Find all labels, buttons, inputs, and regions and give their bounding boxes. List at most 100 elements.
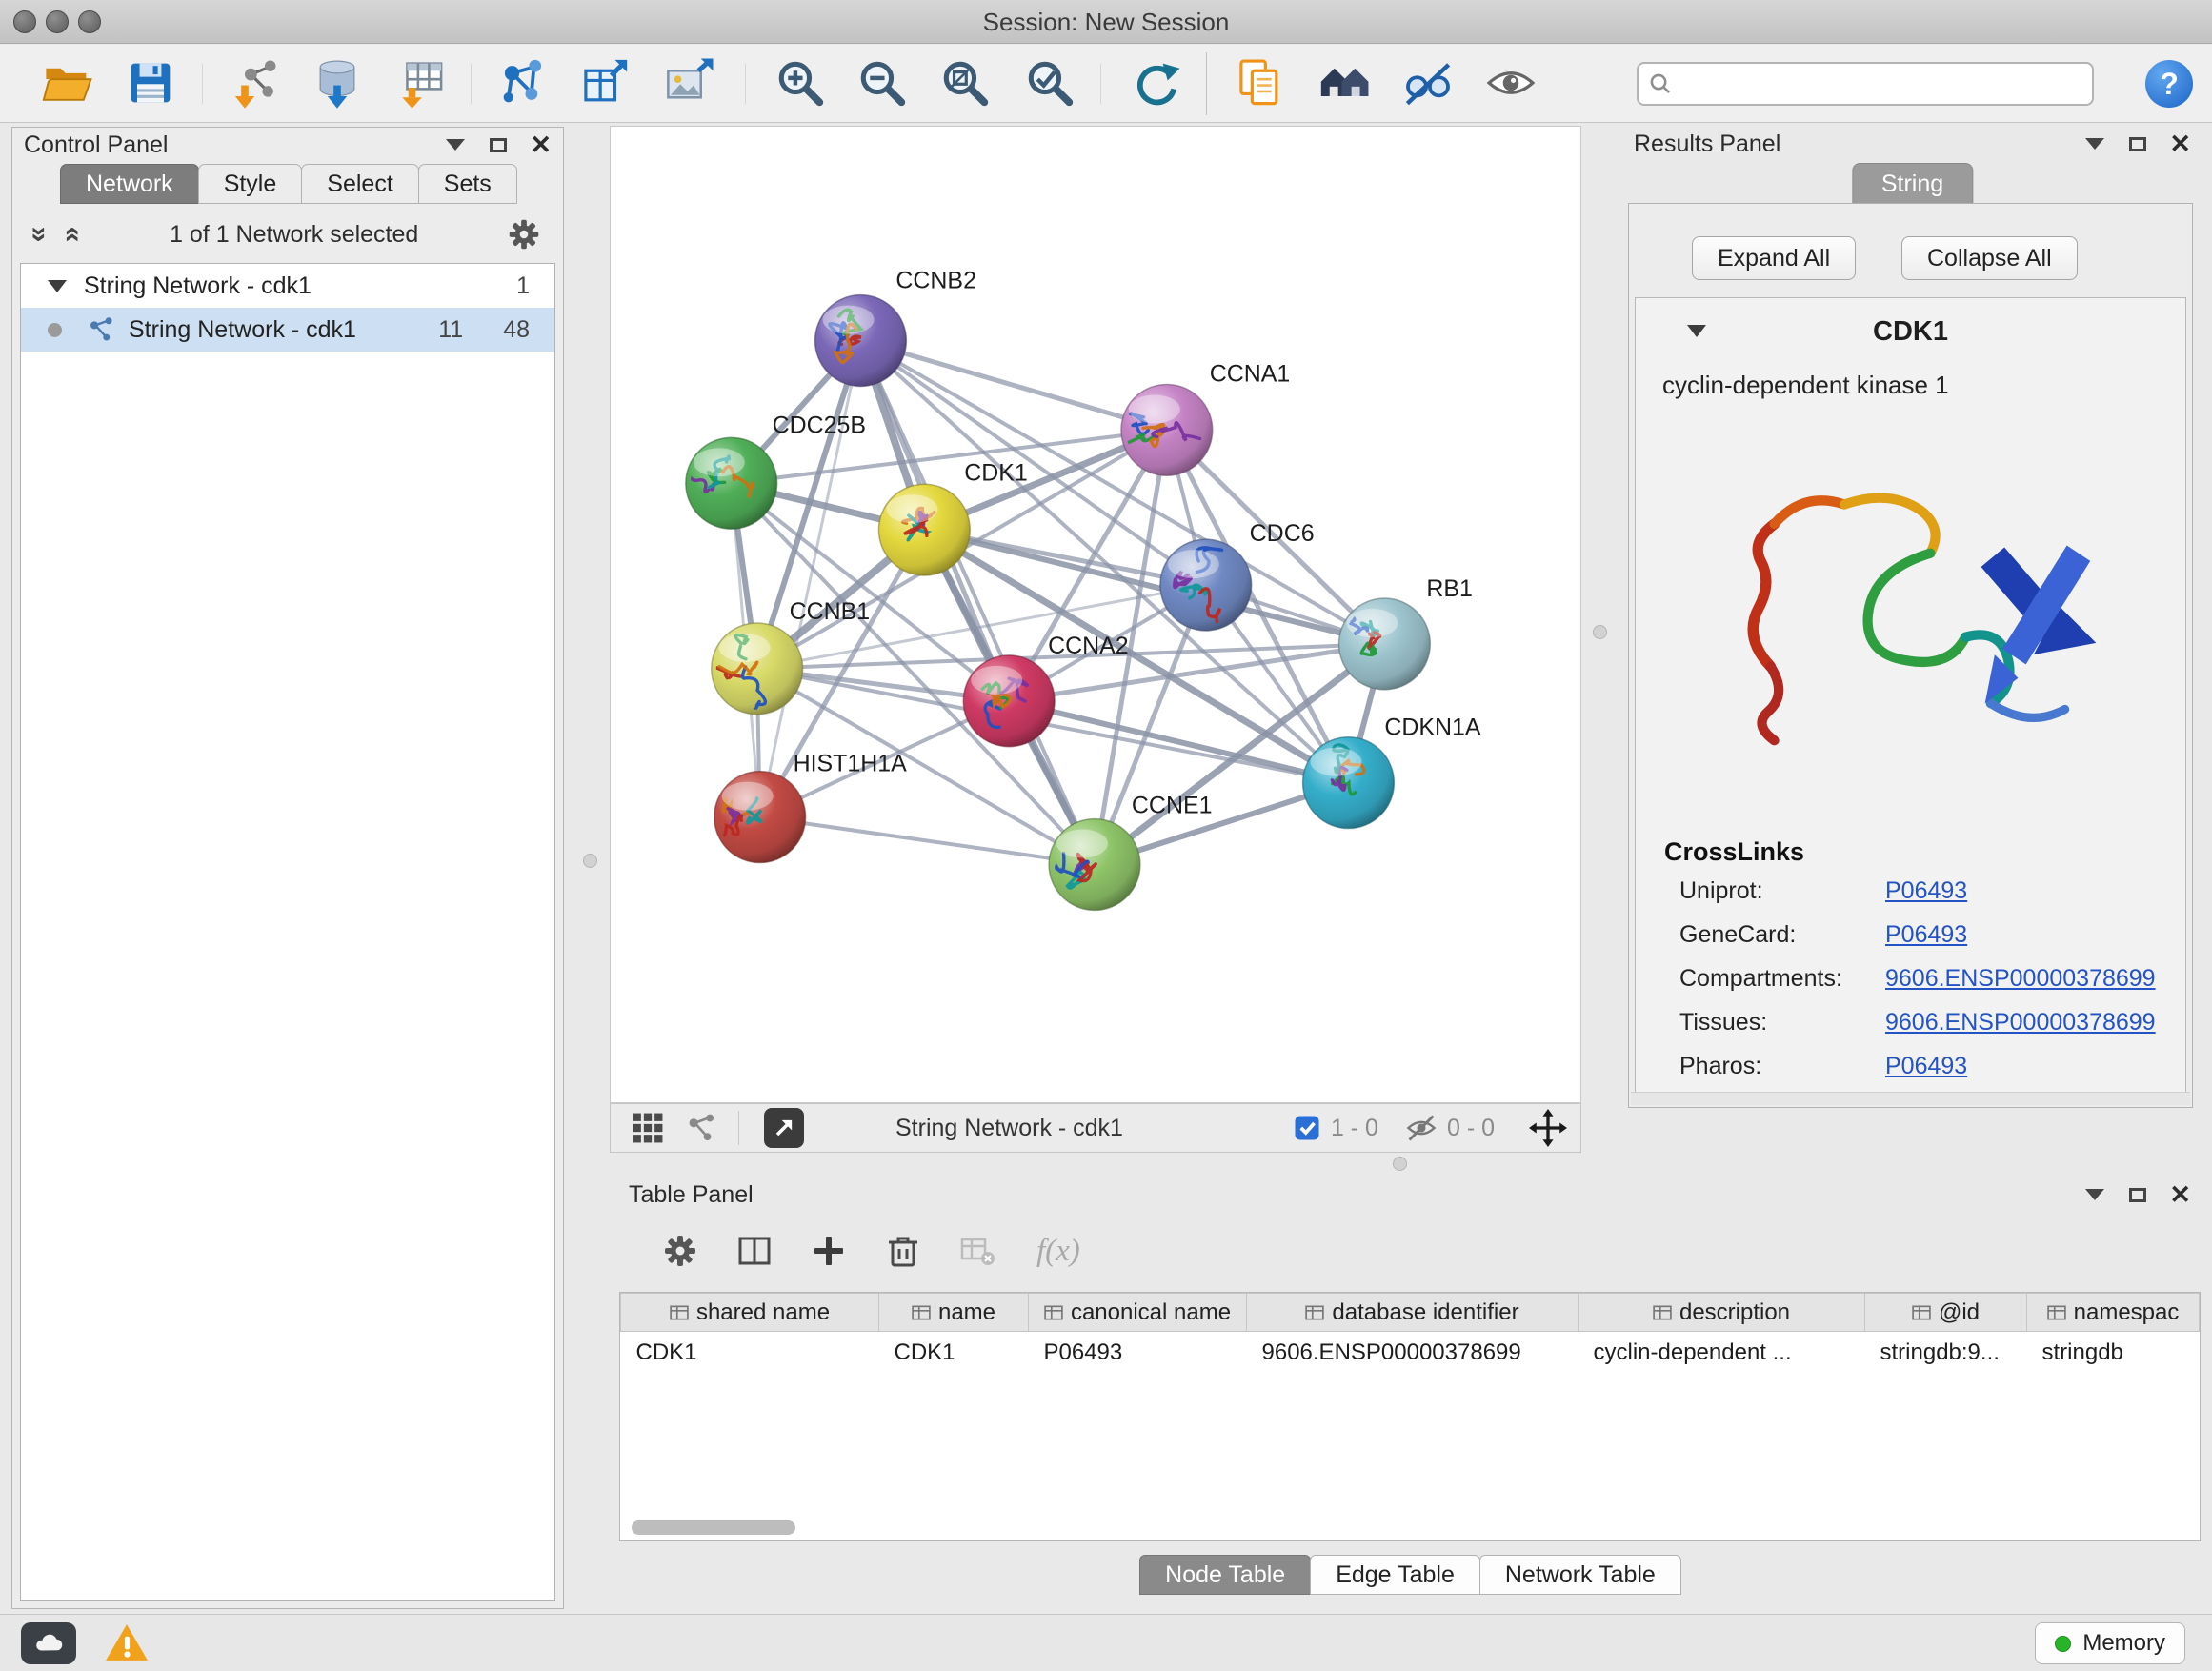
cell-description[interactable]: cyclin-dependent ... bbox=[1579, 1332, 1865, 1374]
crosslink-link[interactable]: 9606.ENSP00000378699 bbox=[1885, 1009, 2156, 1047]
network-graph[interactable]: CCNB2CCNA1CDC25BCDK1CDC6RB1CCNB1CCNA2CDK… bbox=[611, 127, 1580, 1102]
table-settings-gear-icon[interactable] bbox=[659, 1230, 701, 1272]
node-table[interactable]: shared name name canonical name database… bbox=[619, 1292, 2201, 1541]
panel-float-icon[interactable] bbox=[490, 138, 507, 152]
panel-collapse-icon[interactable] bbox=[2085, 1189, 2104, 1200]
cell-canonical-name[interactable]: P06493 bbox=[1029, 1332, 1247, 1374]
splitter-handle[interactable] bbox=[1393, 1157, 1407, 1171]
network-canvas[interactable]: CCNB2CCNA1CDC25BCDK1CDC6RB1CCNB1CCNA2CDK… bbox=[610, 126, 1581, 1103]
network-node[interactable] bbox=[1049, 819, 1140, 911]
cell-shared-name[interactable]: CDK1 bbox=[621, 1332, 879, 1374]
network-edge[interactable] bbox=[860, 341, 1095, 865]
panel-float-icon[interactable] bbox=[2129, 137, 2146, 151]
import-network-database-button[interactable] bbox=[311, 56, 364, 110]
collapse-all-icon[interactable]: » bbox=[23, 227, 55, 243]
birds-eye-view-icon[interactable] bbox=[630, 1110, 666, 1146]
network-node[interactable] bbox=[1338, 598, 1430, 690]
detach-view-button[interactable] bbox=[764, 1108, 804, 1148]
cell-database-identifier[interactable]: 9606.ENSP00000378699 bbox=[1247, 1332, 1579, 1374]
network-node[interactable] bbox=[714, 772, 806, 863]
export-image-button[interactable] bbox=[662, 56, 715, 110]
warning-button[interactable] bbox=[105, 1622, 149, 1667]
memory-button[interactable]: Memory bbox=[2035, 1622, 2185, 1664]
panel-collapse-icon[interactable] bbox=[2085, 138, 2104, 150]
refresh-button[interactable] bbox=[1129, 56, 1182, 110]
collapse-all-button[interactable]: Collapse All bbox=[1901, 236, 2078, 280]
crosslink-link[interactable]: 9606.ENSP00000378699 bbox=[1885, 965, 2156, 1003]
tab-string[interactable]: String bbox=[1852, 163, 1973, 205]
delete-column-trash-icon[interactable] bbox=[882, 1230, 924, 1272]
column-header[interactable]: shared name bbox=[621, 1294, 879, 1332]
open-file-button[interactable] bbox=[40, 56, 93, 110]
column-header[interactable]: canonical name bbox=[1029, 1294, 1247, 1332]
panel-close-icon[interactable]: ✕ bbox=[530, 132, 552, 158]
table-row[interactable]: CDK1 CDK1 P06493 9606.ENSP00000378699 cy… bbox=[621, 1332, 2200, 1374]
panel-close-icon[interactable]: ✕ bbox=[2169, 131, 2191, 157]
network-node[interactable] bbox=[815, 295, 907, 387]
hidden-eye-slash-icon[interactable] bbox=[1405, 1112, 1438, 1144]
network-collection-row[interactable]: String Network - cdk1 1 bbox=[21, 264, 554, 308]
home-button[interactable] bbox=[1317, 56, 1371, 110]
toolbar-search[interactable] bbox=[1637, 62, 2094, 106]
cloud-status-button[interactable] bbox=[21, 1622, 76, 1664]
expand-all-icon[interactable]: » bbox=[54, 227, 87, 243]
network-overview-share-icon[interactable] bbox=[685, 1112, 717, 1144]
help-button[interactable]: ? bbox=[2145, 60, 2193, 108]
new-table-button[interactable] bbox=[577, 56, 631, 110]
selected-checkbox-icon[interactable] bbox=[1293, 1114, 1321, 1142]
splitter-handle[interactable] bbox=[583, 854, 597, 868]
cell-namespace[interactable]: stringdb bbox=[2027, 1332, 2200, 1374]
tab-edge-table[interactable]: Edge Table bbox=[1310, 1555, 1480, 1595]
tab-network-table[interactable]: Network Table bbox=[1479, 1555, 1681, 1595]
column-header[interactable]: database identifier bbox=[1247, 1294, 1579, 1332]
column-header[interactable]: name bbox=[879, 1294, 1029, 1332]
tab-network[interactable]: Network bbox=[60, 164, 199, 204]
column-header[interactable]: description bbox=[1579, 1294, 1865, 1332]
expander-icon[interactable] bbox=[48, 280, 67, 292]
crosslink-link[interactable]: P06493 bbox=[1885, 921, 1967, 959]
network-node[interactable] bbox=[1121, 384, 1213, 475]
tab-select[interactable]: Select bbox=[301, 164, 418, 204]
zoom-fit-button[interactable] bbox=[938, 56, 992, 110]
tab-style[interactable]: Style bbox=[198, 164, 303, 204]
import-network-file-button[interactable] bbox=[231, 56, 285, 110]
network-node[interactable] bbox=[963, 655, 1055, 747]
network-node[interactable] bbox=[686, 437, 777, 529]
search-input[interactable] bbox=[1680, 70, 2082, 97]
save-session-button[interactable] bbox=[124, 56, 177, 110]
cell-id[interactable]: stringdb:9... bbox=[1865, 1332, 2027, 1374]
column-header[interactable]: @id bbox=[1865, 1294, 2027, 1332]
network-node[interactable] bbox=[1303, 737, 1395, 829]
crosslink-link[interactable]: P06493 bbox=[1885, 877, 1967, 916]
show-columns-icon[interactable] bbox=[734, 1230, 775, 1272]
network-node[interactable] bbox=[702, 623, 802, 715]
gene-section-header[interactable]: CDK1 bbox=[1636, 310, 2185, 353]
network-row[interactable]: String Network - cdk1 11 48 bbox=[21, 308, 554, 352]
column-header[interactable]: namespac bbox=[2027, 1294, 2200, 1332]
network-node[interactable] bbox=[878, 484, 970, 575]
table-horizontal-scrollbar[interactable] bbox=[632, 1520, 795, 1535]
network-edge[interactable] bbox=[860, 341, 1166, 431]
panel-collapse-icon[interactable] bbox=[446, 139, 465, 151]
network-edge[interactable] bbox=[760, 817, 1095, 865]
crosslink-link[interactable]: P06493 bbox=[1885, 1053, 1967, 1091]
tab-sets[interactable]: Sets bbox=[418, 164, 517, 204]
panel-float-icon[interactable] bbox=[2129, 1188, 2146, 1202]
panel-close-icon[interactable]: ✕ bbox=[2169, 1182, 2191, 1208]
zoom-out-button[interactable] bbox=[855, 56, 909, 110]
add-column-plus-icon[interactable] bbox=[808, 1230, 850, 1272]
import-table-button[interactable] bbox=[396, 56, 450, 110]
tab-node-table[interactable]: Node Table bbox=[1139, 1555, 1311, 1595]
move-crosshair-icon[interactable] bbox=[1529, 1109, 1567, 1147]
cell-name[interactable]: CDK1 bbox=[879, 1332, 1029, 1374]
copy-documents-button[interactable] bbox=[1233, 56, 1286, 110]
new-network-button[interactable] bbox=[496, 56, 550, 110]
hide-labels-button[interactable] bbox=[1401, 56, 1455, 110]
results-scrollbar[interactable] bbox=[1631, 1092, 2190, 1105]
expand-all-button[interactable]: Expand All bbox=[1692, 236, 1856, 280]
splitter-handle[interactable] bbox=[1593, 625, 1607, 639]
gear-icon[interactable] bbox=[504, 214, 544, 254]
network-node[interactable] bbox=[1160, 539, 1252, 631]
zoom-in-button[interactable] bbox=[774, 56, 827, 110]
zoom-selected-button[interactable] bbox=[1023, 56, 1076, 110]
